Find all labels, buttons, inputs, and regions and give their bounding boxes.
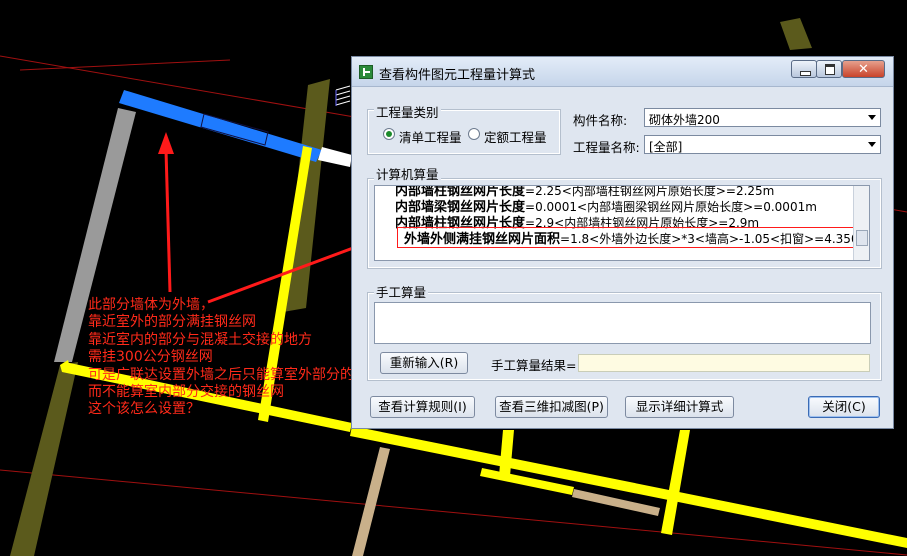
quantity-name-select[interactable]: [全部] (644, 135, 881, 154)
formula-scrollbar[interactable] (853, 186, 869, 260)
computer-calc-label: 计算机算量 (374, 164, 441, 183)
tan-wall-down (352, 447, 390, 556)
radio-quota-quantity-label[interactable]: 定额工程量 (484, 127, 547, 146)
quantity-formula-dialog: 查看构件图元工程量计算式 ✕ 工程量类别 清单工程量 定额工程量 构件名称: 砌… (351, 56, 894, 429)
manual-input-textarea[interactable] (374, 302, 871, 344)
maximize-icon (825, 64, 835, 75)
chevron-down-icon (868, 115, 876, 120)
red-arrow-up (158, 132, 174, 293)
maximize-button[interactable] (816, 60, 842, 78)
formula-textarea[interactable]: 内部墙柱钢丝网片长度=2.25<内部墙柱钢丝网片原始长度>=2.25m 内部墙梁… (374, 185, 870, 261)
manual-result-field[interactable] (578, 354, 870, 372)
close-button[interactable]: 关闭(C) (808, 396, 880, 418)
radio-bill-quantity[interactable] (383, 128, 395, 140)
formula-line-highlighted: 外墙外侧满挂钢丝网片面积=1.8<外墙外边长度>*3<墙高>-1.05<扣窗>=… (397, 227, 870, 248)
quantity-name-value: [全部] (649, 140, 683, 154)
scrollbar-thumb[interactable] (856, 230, 868, 246)
minimize-icon (800, 71, 811, 76)
component-name-label: 构件名称: (573, 113, 628, 128)
app-icon (359, 65, 373, 79)
olive-block-top (780, 18, 812, 50)
title-bar[interactable]: 查看构件图元工程量计算式 ✕ (352, 57, 893, 87)
radio-bill-quantity-label[interactable]: 清单工程量 (399, 127, 462, 146)
quantity-name-label: 工程量名称: (573, 140, 640, 155)
dialog-title: 查看构件图元工程量计算式 (379, 68, 536, 83)
yellow-wall-lower (350, 426, 907, 548)
close-window-button[interactable]: ✕ (842, 60, 885, 78)
close-icon: ✕ (858, 62, 869, 77)
grid-marks (335, 85, 351, 106)
minimize-button[interactable] (791, 60, 817, 78)
olive-wall-left (10, 362, 78, 556)
quantity-type-label: 工程量类别 (374, 102, 441, 121)
white-wall-segment (318, 147, 352, 167)
view-rules-button[interactable]: 查看计算规则(I) (370, 396, 475, 418)
manual-result-label: 手工算量结果= (491, 358, 577, 373)
component-name-value: 砌体外墙200 (649, 113, 720, 127)
manual-calc-label: 手工算量 (374, 282, 429, 301)
blue-outer-wall[interactable] (119, 90, 322, 162)
formula-expr: =1.8<外墙外边长度>*3<墙高>-1.05<扣窗>=4.3501m2 (560, 232, 870, 246)
radio-quota-quantity[interactable] (468, 128, 480, 140)
view-3d-button[interactable]: 查看三维扣减图(P) (495, 396, 608, 418)
yellow-wall-stub (499, 430, 514, 476)
component-name-select[interactable]: 砌体外墙200 (644, 108, 881, 127)
formula-name: 外墙外侧满挂钢丝网片面积 (404, 232, 561, 247)
chevron-down-icon (868, 142, 876, 147)
yellow-wall-right (661, 430, 690, 535)
show-detail-button[interactable]: 显示详细计算式 (625, 396, 734, 418)
reenter-button[interactable]: 重新输入(R) (380, 352, 468, 374)
